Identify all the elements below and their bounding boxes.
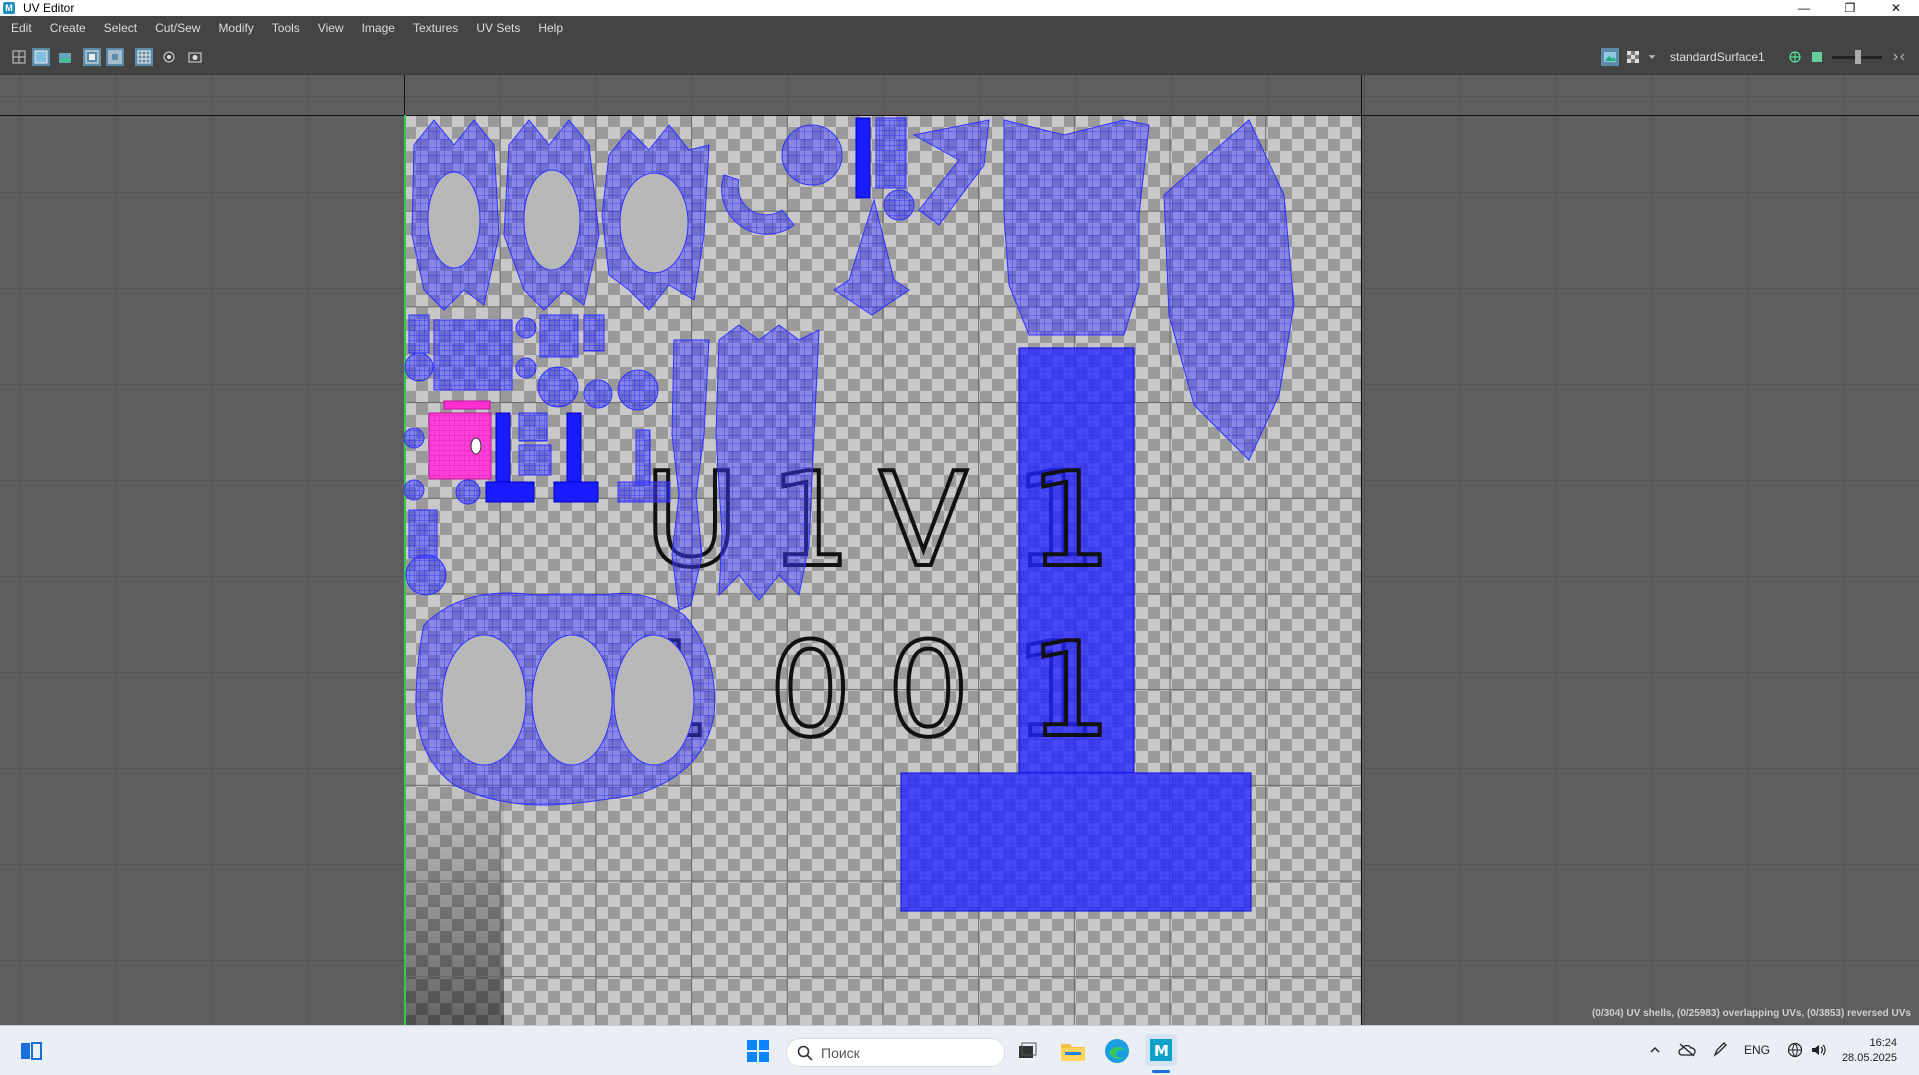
shaded-uv-icon[interactable] [32, 48, 50, 66]
uv-shell-small-parts[interactable] [404, 314, 659, 411]
maya-taskbar-icon[interactable]: M [1145, 1034, 1177, 1066]
dropdown-icon[interactable] [1646, 48, 1658, 66]
uv-shell-ring-2[interactable] [503, 119, 600, 311]
gamma-slider-handle[interactable] [1855, 50, 1861, 64]
uv-shells-layer[interactable]: U 1 V 1 1 0 0 1 [404, 115, 1361, 1025]
taskbar-search[interactable]: Поиск [786, 1038, 1005, 1067]
uv-shell-arc[interactable] [721, 124, 843, 235]
tile-view-icon[interactable] [83, 48, 101, 66]
u-one-line [1361, 75, 1362, 1025]
maya-app-icon: M [3, 2, 15, 14]
search-icon [797, 1045, 813, 1061]
clock-time: 16:24 [1869, 1037, 1897, 1049]
file-explorer-icon[interactable] [1058, 1036, 1088, 1066]
search-placeholder: Поиск [821, 1044, 860, 1061]
shader-name-label: standardSurface1 [1670, 50, 1765, 64]
uv-shell-ring-3[interactable] [601, 124, 710, 311]
menu-edit[interactable]: Edit [0, 21, 39, 35]
menu-textures[interactable]: Textures [402, 21, 465, 35]
menu-view[interactable]: View [307, 21, 351, 35]
widgets-icon[interactable] [18, 1038, 44, 1064]
clock-date: 28.05.2025 [1841, 1052, 1897, 1064]
windows-taskbar: Поиск M ENG 16:24 28.05.2025 [0, 1025, 1919, 1075]
texture-label-zero-a: 0 [769, 614, 852, 766]
menu-create[interactable]: Create [39, 21, 93, 35]
window-title: UV Editor [23, 1, 75, 15]
menu-image[interactable]: Image [351, 21, 402, 35]
grid-toggle-icon[interactable] [135, 48, 153, 66]
uv-shell-body-side[interactable] [1163, 119, 1295, 461]
uv-shell-body-front[interactable] [1003, 119, 1150, 336]
edge-browser-icon[interactable] [1102, 1036, 1132, 1066]
exposure-icon[interactable] [1786, 48, 1804, 66]
menu-select[interactable]: Select [93, 21, 144, 35]
menu-modify[interactable]: Modify [207, 21, 260, 35]
image-display-icon[interactable] [1601, 48, 1619, 66]
maximize-button[interactable]: ❐ [1827, 0, 1873, 16]
texture-label-overlay-b: 1 [1029, 614, 1112, 766]
tile-view-alt-icon[interactable] [106, 48, 124, 66]
uv-shell-pillow[interactable] [715, 324, 820, 601]
menu-cut-sew[interactable]: Cut/Sew [144, 21, 207, 35]
active-app-indicator [1152, 1070, 1170, 1073]
uv-status-readout: (0/304) UV shells, (0/25983) overlapping… [1591, 1008, 1911, 1019]
color-icon[interactable] [1808, 48, 1826, 66]
pen-icon[interactable] [1710, 1040, 1730, 1060]
menu-bar: Edit Create Select Cut/Sew Modify Tools … [0, 16, 1919, 40]
task-view-icon[interactable] [1014, 1038, 1040, 1064]
title-bar: M UV Editor — ❐ ✕ [0, 0, 1919, 16]
texture-label-overlay-a: 1 [1029, 444, 1112, 596]
uv-shell-column[interactable] [833, 117, 915, 316]
uv-shell-curve[interactable] [912, 119, 990, 226]
texture-image-icon[interactable] [56, 48, 74, 66]
menu-uv-sets[interactable]: UV Sets [465, 21, 527, 35]
uv-shell-ring-1[interactable] [411, 119, 500, 311]
minimize-button[interactable]: — [1781, 0, 1827, 16]
network-globe-icon[interactable] [1785, 1040, 1805, 1060]
close-button[interactable]: ✕ [1873, 0, 1919, 16]
texture-label-v: V [879, 444, 968, 596]
uv-grid-icon[interactable] [10, 48, 28, 66]
uv-shell-goggles[interactable] [415, 592, 716, 806]
menu-help[interactable]: Help [527, 21, 570, 35]
checker-icon[interactable] [1624, 48, 1642, 66]
uv-viewport[interactable]: U 1 V 1 1 0 0 1 [0, 75, 1919, 1025]
menu-tools[interactable]: Tools [261, 21, 307, 35]
snapshot-icon[interactable] [186, 48, 204, 66]
taskbar-clock[interactable]: 16:24 28.05.2025 [1842, 1036, 1897, 1066]
volume-icon[interactable] [1808, 1040, 1828, 1060]
uv-toolbar: standardSurface1 [0, 40, 1919, 75]
onedrive-off-icon[interactable] [1677, 1040, 1697, 1060]
language-indicator[interactable]: ENG [1742, 1040, 1772, 1060]
svg-text:M: M [1154, 1042, 1169, 1060]
uv-shell-selected-pink[interactable] [428, 400, 492, 480]
isolate-icon[interactable] [160, 48, 178, 66]
arrows-icon[interactable] [1890, 48, 1908, 66]
texture-label-zero-b: 0 [887, 614, 970, 766]
start-button-icon[interactable] [745, 1038, 771, 1064]
tray-expand-icon[interactable] [1646, 1041, 1664, 1059]
